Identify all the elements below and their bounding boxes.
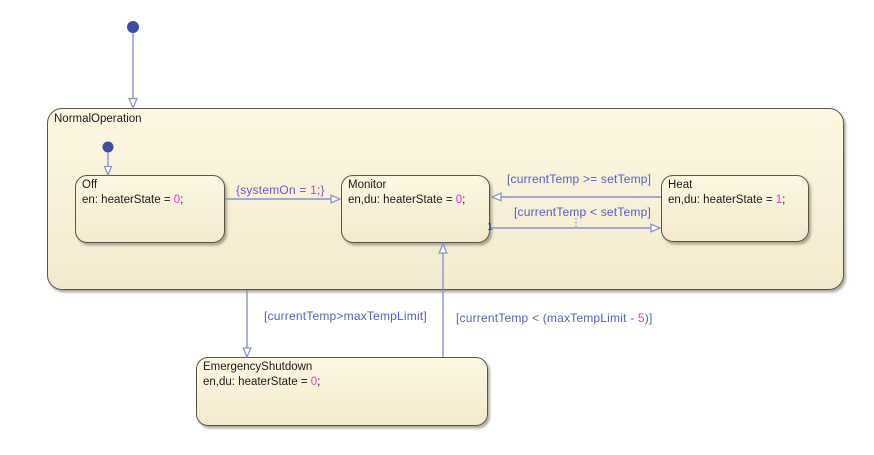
action-text: ; — [782, 193, 786, 206]
arrowhead-icon — [128, 97, 138, 110]
label-text: ;} — [316, 183, 325, 197]
action-text: ; — [180, 193, 184, 206]
arrowhead-icon — [242, 347, 252, 359]
transition-priority-number: 1 — [487, 221, 494, 233]
state-monitor[interactable]: Monitor en,du: heaterState = 0; — [341, 175, 490, 243]
label-text: )] — [644, 311, 653, 325]
transition-label-emergency-to-monitor[interactable]: [currentTemp < (maxTempLimit - 5)] — [456, 311, 653, 325]
action-text: en,du: heaterState = — [348, 193, 456, 206]
state-action-text: en,du: heaterState = 0; — [348, 193, 483, 208]
transition-default-chart[interactable] — [127, 21, 139, 110]
label-number: 1 — [310, 183, 317, 197]
action-text: en,du: heaterState = — [203, 375, 311, 388]
label-text: {systemOn = — [236, 183, 311, 197]
transition-label-normal-to-emergency[interactable]: [currentTemp>maxTempLimit] — [264, 309, 427, 323]
state-emergencyshutdown[interactable]: EmergencyShutdown en,du: heaterState = 0… — [196, 357, 488, 426]
action-text: ; — [317, 375, 321, 388]
state-name-label: NormalOperation — [54, 113, 142, 125]
action-text: ; — [462, 193, 466, 206]
state-name-label: EmergencyShutdown — [203, 361, 313, 373]
label-number: 5 — [637, 311, 645, 325]
state-action-text: en,du: heaterState = 1; — [668, 193, 802, 208]
transition-label-off-to-monitor[interactable]: {systemOn = 1;} — [236, 183, 325, 197]
state-action-text: en,du: heaterState = 0; — [203, 375, 481, 390]
action-text: en,du: heaterState = — [668, 193, 776, 206]
state-heat[interactable]: Heat en,du: heaterState = 1; — [661, 175, 809, 242]
default-transition-dot — [127, 21, 139, 33]
action-text: en: heaterState = — [82, 193, 174, 206]
transition-normal-to-emergency[interactable] — [242, 290, 252, 359]
state-off[interactable]: Off en: heaterState = 0; — [75, 175, 225, 243]
transition-label-heat-to-monitor[interactable]: [currentTemp >= setTemp] — [507, 172, 651, 186]
state-action-text: en: heaterState = 0; — [82, 193, 218, 208]
stateflow-chart-canvas: NormalOperation Off en: heaterState = 0;… — [0, 0, 874, 455]
state-name-label: Monitor — [348, 179, 387, 191]
label-text: [currentTemp < (maxTempLimit - — [456, 311, 638, 325]
state-name-label: Off — [82, 179, 98, 191]
state-name-label: Heat — [668, 179, 693, 191]
transition-label-monitor-to-heat[interactable]: [currentTemp < setTemp] — [514, 205, 651, 219]
